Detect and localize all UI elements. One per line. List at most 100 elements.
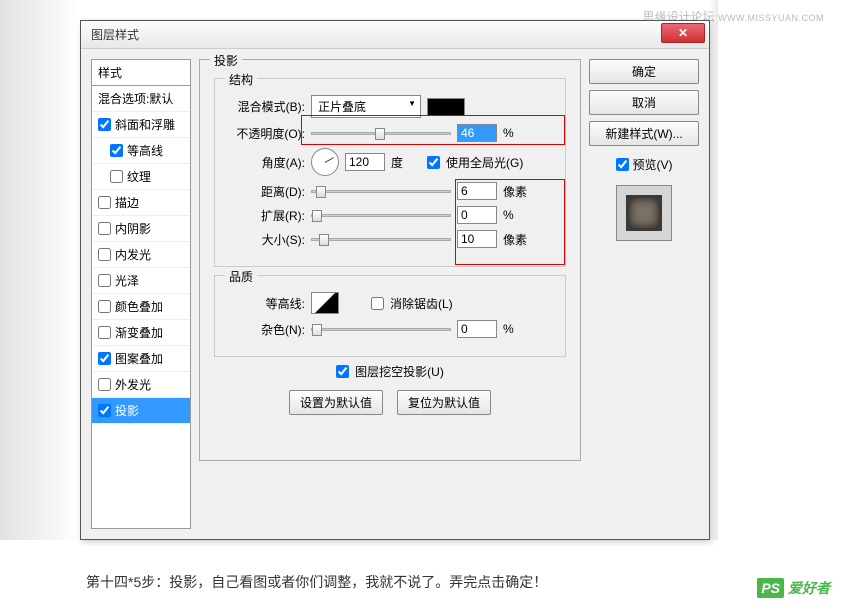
style-item-4[interactable]: 内阴影 xyxy=(92,216,190,242)
ok-button[interactable]: 确定 xyxy=(589,59,699,84)
preview-checkbox[interactable] xyxy=(616,158,629,171)
style-label-0: 斜面和浮雕 xyxy=(115,116,175,133)
cancel-button[interactable]: 取消 xyxy=(589,90,699,115)
global-light-checkbox[interactable] xyxy=(427,156,440,169)
style-label-6: 光泽 xyxy=(115,272,139,289)
style-label-2: 纹理 xyxy=(127,168,151,185)
opacity-input[interactable]: 46 xyxy=(457,124,497,142)
noise-slider[interactable] xyxy=(311,328,451,331)
blend-mode-select[interactable]: 正片叠底 xyxy=(311,95,421,118)
tutorial-caption: 第十四*5步：投影，自己看图或者你们调整，我就不说了。弄完点击确定！ xyxy=(86,572,547,592)
style-item-11[interactable]: 投影 xyxy=(92,398,190,424)
style-checkbox-3[interactable] xyxy=(98,196,111,209)
distance-unit: 像素 xyxy=(503,183,533,200)
knockout-row: 图层挖空投影(U) xyxy=(214,363,566,380)
logo-ps: PS xyxy=(757,578,784,598)
angle-row: 角度(A): 120 度 使用全局光(G) xyxy=(225,148,555,176)
close-icon: ✕ xyxy=(678,26,688,40)
style-checkbox-10[interactable] xyxy=(98,378,111,391)
style-checkbox-8[interactable] xyxy=(98,326,111,339)
style-checkbox-4[interactable] xyxy=(98,222,111,235)
distance-slider[interactable] xyxy=(311,190,451,193)
size-slider[interactable] xyxy=(311,238,451,241)
style-checkbox-6[interactable] xyxy=(98,274,111,287)
noise-label: 杂色(N): xyxy=(225,321,305,338)
main-group: 投影 结构 混合模式(B): 正片叠底 不透明度(O): 46 % xyxy=(199,59,581,461)
style-item-0[interactable]: 斜面和浮雕 xyxy=(92,112,190,138)
blending-options-item[interactable]: 混合选项:默认 xyxy=(92,86,190,112)
structure-title: 结构 xyxy=(225,71,257,88)
new-style-button[interactable]: 新建样式(W)... xyxy=(589,121,699,146)
distance-row: 距离(D): 6 像素 xyxy=(225,182,555,200)
noise-unit: % xyxy=(503,322,533,336)
styles-list: 样式 混合选项:默认 斜面和浮雕等高线纹理描边内阴影内发光光泽颜色叠加渐变叠加图… xyxy=(91,59,191,529)
dialog-body: 样式 混合选项:默认 斜面和浮雕等高线纹理描边内阴影内发光光泽颜色叠加渐变叠加图… xyxy=(81,49,709,539)
style-checkbox-5[interactable] xyxy=(98,248,111,261)
opacity-unit: % xyxy=(503,126,533,140)
style-checkbox-1[interactable] xyxy=(110,144,123,157)
spread-slider[interactable] xyxy=(311,214,451,217)
shadow-color-swatch[interactable] xyxy=(427,98,465,116)
style-label-3: 描边 xyxy=(115,194,139,211)
watermark-en: WWW.MISSYUAN.COM xyxy=(718,13,824,23)
style-item-10[interactable]: 外发光 xyxy=(92,372,190,398)
angle-unit: 度 xyxy=(391,154,421,171)
style-checkbox-9[interactable] xyxy=(98,352,111,365)
preview-thumbnail xyxy=(616,185,672,241)
style-item-6[interactable]: 光泽 xyxy=(92,268,190,294)
style-label-7: 颜色叠加 xyxy=(115,298,163,315)
global-light-label: 使用全局光(G) xyxy=(446,154,523,171)
opacity-label: 不透明度(O): xyxy=(225,125,305,142)
contour-row: 等高线: 消除锯齿(L) xyxy=(225,292,555,314)
opacity-row: 不透明度(O): 46 % xyxy=(225,124,555,142)
logo: PS 爱好者 xyxy=(757,578,830,598)
default-buttons: 设置为默认值 复位为默认值 xyxy=(214,390,566,415)
style-label-8: 渐变叠加 xyxy=(115,324,163,341)
decorative-edge-left xyxy=(0,0,80,540)
distance-input[interactable]: 6 xyxy=(457,182,497,200)
structure-group: 结构 混合模式(B): 正片叠底 不透明度(O): 46 % 角度(A): xyxy=(214,78,566,267)
angle-dial[interactable] xyxy=(311,148,339,176)
titlebar[interactable]: 图层样式 ✕ xyxy=(81,21,709,49)
style-checkbox-2[interactable] xyxy=(110,170,123,183)
close-button[interactable]: ✕ xyxy=(661,23,705,43)
style-label-9: 图案叠加 xyxy=(115,350,163,367)
action-panel: 确定 取消 新建样式(W)... 预览(V) xyxy=(589,59,699,529)
angle-input[interactable]: 120 xyxy=(345,153,385,171)
reset-default-button[interactable]: 复位为默认值 xyxy=(397,390,491,415)
style-item-3[interactable]: 描边 xyxy=(92,190,190,216)
style-item-5[interactable]: 内发光 xyxy=(92,242,190,268)
style-checkbox-7[interactable] xyxy=(98,300,111,313)
settings-panel: 投影 结构 混合模式(B): 正片叠底 不透明度(O): 46 % xyxy=(199,59,581,529)
style-label-4: 内阴影 xyxy=(115,220,151,237)
style-checkbox-11[interactable] xyxy=(98,404,111,417)
noise-input[interactable]: 0 xyxy=(457,320,497,338)
spread-input[interactable]: 0 xyxy=(457,206,497,224)
style-checkbox-0[interactable] xyxy=(98,118,111,131)
distance-label: 距离(D): xyxy=(225,183,305,200)
preview-row: 预览(V) xyxy=(589,156,699,173)
style-item-1[interactable]: 等高线 xyxy=(92,138,190,164)
style-item-2[interactable]: 纹理 xyxy=(92,164,190,190)
blend-mode-label: 混合模式(B): xyxy=(225,98,305,115)
size-label: 大小(S): xyxy=(225,231,305,248)
spread-label: 扩展(R): xyxy=(225,207,305,224)
style-item-9[interactable]: 图案叠加 xyxy=(92,346,190,372)
style-item-8[interactable]: 渐变叠加 xyxy=(92,320,190,346)
logo-text: 爱好者 xyxy=(788,578,830,598)
style-item-7[interactable]: 颜色叠加 xyxy=(92,294,190,320)
antialias-checkbox[interactable] xyxy=(371,297,384,310)
size-unit: 像素 xyxy=(503,231,533,248)
size-input[interactable]: 10 xyxy=(457,230,497,248)
set-default-button[interactable]: 设置为默认值 xyxy=(289,390,383,415)
opacity-slider[interactable] xyxy=(311,132,451,135)
preview-inner xyxy=(626,195,662,231)
quality-title: 品质 xyxy=(225,268,257,285)
knockout-checkbox[interactable] xyxy=(336,365,349,378)
style-label-11: 投影 xyxy=(115,402,139,419)
contour-picker[interactable] xyxy=(311,292,339,314)
knockout-label: 图层挖空投影(U) xyxy=(355,363,444,380)
contour-label: 等高线: xyxy=(225,295,305,312)
preview-label: 预览(V) xyxy=(633,156,673,173)
layer-style-dialog: 图层样式 ✕ 样式 混合选项:默认 斜面和浮雕等高线纹理描边内阴影内发光光泽颜色… xyxy=(80,20,710,540)
